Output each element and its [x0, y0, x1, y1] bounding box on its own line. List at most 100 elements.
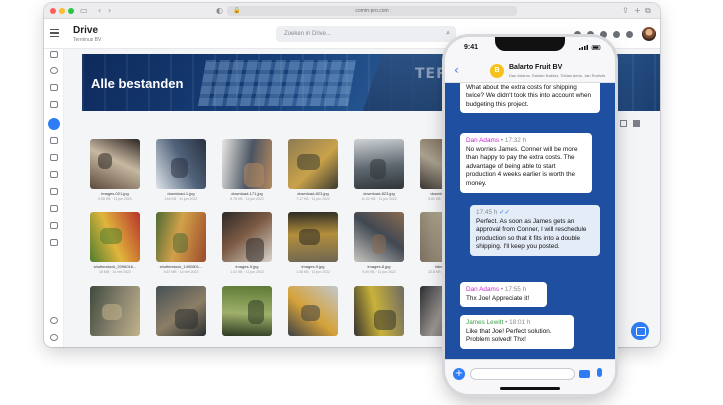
file-thumbnail[interactable]	[222, 286, 272, 336]
sidebar-book-icon[interactable]	[50, 205, 58, 212]
file-tile[interactable]: shutterstock_2096016... 15 MB · 14 mrt 20…	[90, 212, 140, 274]
address-bar[interactable]: 🔒 comm-pro.com	[227, 6, 517, 16]
file-tile[interactable]: download-171.jpg 5.78 KB · 11 jun 2022	[222, 139, 272, 201]
sidebar-money-icon[interactable]	[50, 67, 58, 74]
message-time: • 17:55 h	[500, 286, 527, 293]
chat-thread: double. I will check and let you guys kn…	[445, 83, 615, 359]
message-time: • 17:32 h	[500, 137, 527, 144]
message-meta: Dan Adams • 17:32 h	[466, 137, 586, 146]
file-meta: 1.02 KB · 11 jun 2022	[230, 270, 264, 274]
phone-notch	[495, 37, 565, 51]
sidebar-calendar-icon[interactable]	[50, 84, 58, 91]
close-window-button[interactable]	[50, 8, 56, 14]
file-tile[interactable]: images-8.jpg 9.49 KB · 11 jun 2022	[354, 212, 404, 274]
sidebar-apps-icon[interactable]	[50, 239, 58, 246]
file-tile[interactable]	[156, 286, 206, 338]
share-icon[interactable]: ⇪	[622, 6, 629, 15]
new-tab-icon[interactable]: +	[634, 6, 641, 15]
tab-overview-icon[interactable]: ⧉	[645, 6, 651, 16]
back-arrow-icon[interactable]: ‹	[98, 6, 101, 15]
thumbnail-detail	[372, 234, 386, 254]
file-tile[interactable]: images-9.jpg 1.02 KB · 11 jun 2022	[222, 212, 272, 274]
file-thumbnail[interactable]	[222, 212, 272, 262]
message-text: Thx Joe! Appreciate it!	[466, 294, 530, 302]
thumbnail-detail	[301, 305, 320, 321]
message-bubble: Dan Adams • 17:55 h Thx Joe! Appreciate …	[460, 282, 547, 308]
thumbnail-detail	[297, 154, 320, 170]
sidebar-image-icon[interactable]	[50, 188, 58, 195]
file-thumbnail[interactable]	[288, 212, 338, 262]
sidebar-dashboard-icon[interactable]	[50, 51, 58, 58]
microphone-icon[interactable]	[597, 368, 602, 377]
chat-members: Dan Adams, Sander Bakker, Tobias Aeris, …	[509, 73, 606, 78]
file-tile[interactable]	[90, 286, 140, 338]
file-meta: 9.08 KB · 11 jun 2022	[98, 197, 132, 201]
sidebar-users-icon[interactable]	[50, 317, 58, 324]
file-name: shutterstock_2096016...	[93, 264, 137, 269]
file-thumbnail[interactable]	[156, 286, 206, 336]
sidebar-video-icon[interactable]	[50, 154, 58, 161]
message-text: Perfect. As soon as James gets an approv…	[476, 217, 587, 251]
grid-view-icon[interactable]	[633, 120, 640, 127]
notifications-icon[interactable]	[626, 31, 633, 38]
file-tile[interactable]: images-021.jpg 9.08 KB · 11 jun 2022	[90, 139, 140, 201]
file-meta: 4.67 MB · 14 mrt 2022	[163, 270, 199, 274]
file-thumbnail[interactable]	[354, 286, 404, 336]
file-name: images-021.jpg	[101, 191, 129, 196]
add-attachment-button[interactable]: +	[453, 368, 465, 380]
avatar[interactable]	[642, 27, 656, 41]
file-thumbnail[interactable]	[222, 139, 272, 189]
message-bubble: Dan Adams • 17:32 h No worries James. Co…	[460, 133, 592, 193]
menu-icon[interactable]	[50, 29, 59, 37]
file-thumbnail[interactable]	[90, 286, 140, 336]
zoom-window-button[interactable]	[68, 8, 74, 14]
file-name: download-823.jpg	[297, 191, 329, 196]
back-chevron-icon[interactable]: ‹	[454, 63, 459, 77]
chat-fab-button[interactable]	[631, 322, 649, 340]
file-tile[interactable]: download-823.jpg 11.02 KB · 11 jun 2022	[354, 139, 404, 201]
message-author: Dan Adams	[466, 137, 500, 144]
message-bubble: double. I will check and let you guys kn…	[460, 83, 600, 114]
file-thumbnail[interactable]	[156, 212, 206, 262]
file-tile[interactable]: images-9.jpg 1.08 KB · 11 jun 2022	[288, 212, 338, 274]
file-name: images-9.jpg	[301, 264, 325, 269]
sidebar-settings-icon[interactable]	[50, 334, 58, 341]
sidebar-database-icon[interactable]	[50, 171, 58, 178]
file-tile[interactable]	[354, 286, 404, 338]
file-tile[interactable]	[288, 286, 338, 338]
file-thumbnail[interactable]	[156, 139, 206, 189]
message-text: No worries James. Conner will be more th…	[466, 145, 578, 187]
search-input[interactable]: Zoeken in Drive... ⌕	[276, 26, 456, 42]
sidebar-toggle-icon[interactable]: ▭	[80, 6, 88, 15]
sidebar-like-icon[interactable]	[50, 137, 58, 144]
search-placeholder: Zoeken in Drive...	[284, 31, 332, 37]
contact-logo: B	[490, 64, 504, 78]
sidebar-building-icon[interactable]	[50, 222, 58, 229]
url-text: comm-pro.com	[355, 8, 389, 14]
file-thumbnail[interactable]	[354, 212, 404, 262]
message-input[interactable]	[470, 368, 575, 380]
camera-icon[interactable]	[579, 370, 590, 378]
app-title: Drive	[73, 25, 99, 36]
file-tile[interactable]: download-1.jpg 144 KB · 11 jun 2022	[156, 139, 206, 201]
file-thumbnail[interactable]	[288, 286, 338, 336]
message-text: double. I will check and let you guys kn…	[466, 83, 592, 108]
sidebar-send-icon[interactable]	[50, 101, 58, 108]
phone-time: 9:41	[464, 44, 479, 51]
list-view-icon[interactable]	[620, 120, 627, 127]
forward-arrow-icon[interactable]: ›	[108, 6, 111, 15]
file-thumbnail[interactable]	[90, 212, 140, 262]
sidebar-drive-icon[interactable]	[48, 118, 60, 130]
file-tile[interactable]: download-823.jpg 7.17 KB · 11 jun 2022	[288, 139, 338, 201]
file-thumbnail[interactable]	[90, 139, 140, 189]
file-name: download-171.jpg	[231, 191, 263, 196]
minimize-window-button[interactable]	[59, 8, 65, 14]
file-thumbnail[interactable]	[354, 139, 404, 189]
reader-icon[interactable]: ◐	[216, 6, 223, 15]
file-meta: 15 MB · 14 mrt 2022	[99, 270, 131, 274]
file-tile[interactable]	[222, 286, 272, 338]
organization-name: Terminus BV	[73, 37, 102, 43]
file-thumbnail[interactable]	[288, 139, 338, 189]
file-tile[interactable]: shutterstock_1490801... 4.67 MB · 14 mrt …	[156, 212, 206, 274]
message-meta: James Lewitt • 18:01 h	[466, 319, 568, 328]
